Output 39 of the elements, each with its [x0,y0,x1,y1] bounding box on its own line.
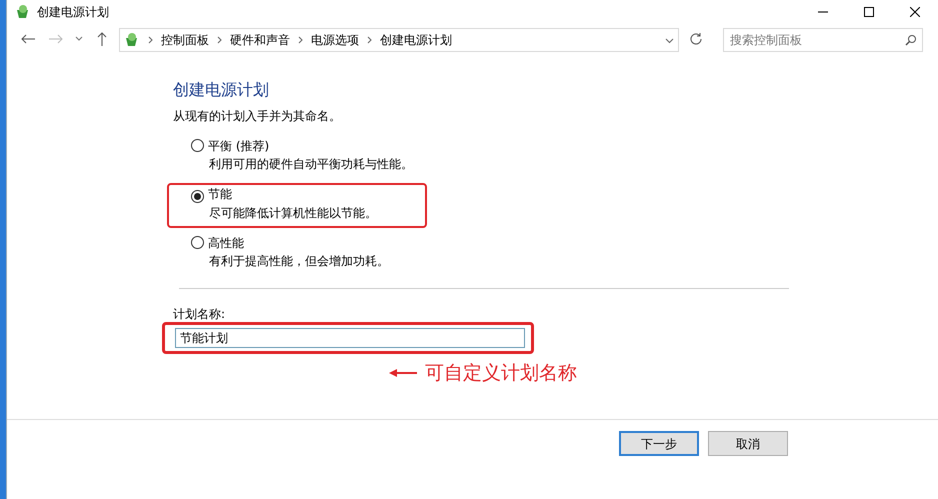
breadcrumb-link[interactable]: 创建电源计划 [380,31,452,49]
chevron-icon [217,36,222,44]
radio-label[interactable]: 节能 [208,186,232,201]
address-bar[interactable]: 控制面板 硬件和声音 电源选项 创建电源计划 [119,28,679,52]
refresh-icon [690,33,702,45]
radio-button[interactable] [191,236,204,249]
radio-button[interactable] [191,190,204,203]
chevron-icon [148,36,153,44]
search-icon [905,34,917,46]
radio-button[interactable] [191,138,204,152]
plan-name-label: 计划名称: [173,306,226,322]
dropdown-icon [665,38,674,44]
plan-description: 有利于提高性能，但会增加功耗。 [209,254,390,270]
breadcrumb-link[interactable]: 电源选项 [311,31,359,49]
control-panel-icon [124,32,140,48]
window-title: 创建电源计划 [37,4,109,21]
annotation-text: 可自定义计划名称 [425,362,577,385]
arrow-icon [389,368,417,378]
breadcrumb-link[interactable]: 硬件和声音 [230,31,290,49]
breadcrumb-link[interactable]: 控制面板 [161,31,209,49]
chevron-icon [367,36,372,44]
chevron-down-icon [75,36,83,42]
up-arrow-icon [97,32,107,46]
chevron-icon [298,36,303,44]
radio-label[interactable]: 高性能 [208,236,244,250]
search-field[interactable]: 搜索控制面板 [723,28,923,52]
maximize-icon [864,7,874,17]
close-icon [910,7,920,17]
plan-description: 利用可用的硬件自动平衡功耗与性能。 [209,157,414,173]
radio-label[interactable]: 平衡 (推荐) [208,138,270,153]
back-arrow-icon [21,34,35,44]
instruction-text: 从现有的计划入手并为其命名。 [173,109,342,125]
dialog-button[interactable]: 下一步 [619,431,699,456]
page-heading: 创建电源计划 [173,80,270,100]
plan-name-field[interactable]: 节能计划 [175,328,525,348]
plan-description: 尽可能降低计算机性能以节能。 [209,206,378,222]
dialog-button[interactable]: 取消 [708,431,788,456]
forward-arrow-icon [49,34,63,44]
control-panel-icon [15,4,31,20]
